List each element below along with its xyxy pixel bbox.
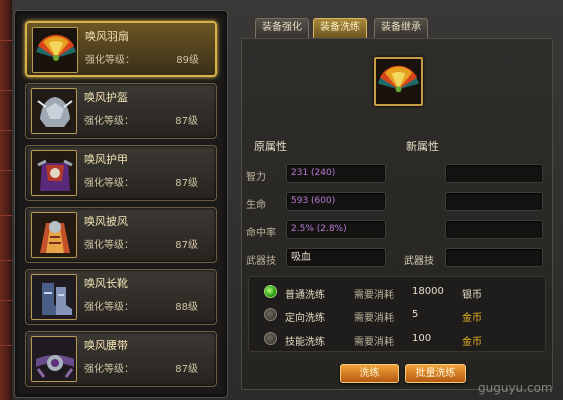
option-currency-gold: 金币 bbox=[462, 337, 482, 348]
item-level-value: 87级 bbox=[175, 364, 198, 375]
equipment-item-boots[interactable]: 唤风长靴 强化等级： 88级 bbox=[25, 269, 217, 325]
item-level-label: 强化等级： bbox=[85, 55, 135, 66]
option-currency-silver: 银币 bbox=[462, 290, 482, 301]
feather-fan-icon bbox=[32, 27, 78, 73]
attr-original-hit-rate: 2.5% (2.8%) bbox=[286, 220, 386, 239]
radio-directed-wash[interactable] bbox=[264, 308, 277, 321]
cloak-icon bbox=[31, 212, 77, 258]
attr-label-hit-rate: 命中率 bbox=[246, 228, 276, 239]
armor-icon bbox=[31, 150, 77, 196]
option-label-normal: 普通洗练 bbox=[285, 290, 325, 301]
item-name: 唤风腰带 bbox=[84, 339, 128, 352]
tab-equipment-enhance[interactable]: 装备强化 bbox=[255, 18, 309, 38]
feather-fan-icon bbox=[376, 59, 421, 104]
option-amount-skill: 100 bbox=[412, 333, 432, 344]
attr-label-life: 生命 bbox=[246, 200, 266, 211]
attr-original-weapon-skill: 吸血 bbox=[286, 248, 386, 267]
item-name: 唤风护盔 bbox=[84, 91, 128, 104]
new-attributes-title: 新属性 bbox=[406, 140, 439, 153]
option-cost-label: 需要消耗 bbox=[354, 290, 394, 301]
equipment-item-armor[interactable]: 唤风护甲 强化等级： 87级 bbox=[25, 145, 217, 201]
option-amount-normal: 18000 bbox=[412, 286, 444, 297]
attr-label-new-weapon-skill: 武器技 bbox=[404, 256, 434, 267]
item-name: 唤风披风 bbox=[84, 215, 128, 228]
option-label-skill: 技能洗练 bbox=[285, 337, 325, 348]
attr-new-life bbox=[445, 192, 543, 211]
attr-new-intelligence bbox=[445, 164, 543, 183]
attr-label-weapon-skill: 武器技 bbox=[246, 256, 276, 267]
attr-new-weapon-skill bbox=[445, 248, 543, 267]
item-name: 唤风羽扇 bbox=[85, 30, 129, 43]
item-level-label: 强化等级： bbox=[84, 178, 134, 189]
window-edge-strip bbox=[0, 0, 12, 400]
attr-original-intelligence: 231 (240) bbox=[286, 164, 386, 183]
equipment-item-cloak[interactable]: 唤风披风 强化等级： 87级 bbox=[25, 207, 217, 263]
belt-icon bbox=[31, 336, 77, 382]
option-currency-gold: 金币 bbox=[462, 313, 482, 324]
equipment-item-fan[interactable]: 唤风羽扇 强化等级： 89级 bbox=[25, 21, 217, 77]
item-level-value: 87级 bbox=[175, 178, 198, 189]
tab-equipment-wash[interactable]: 装备洗练 bbox=[313, 18, 367, 38]
equipment-item-helmet[interactable]: 唤风护盔 强化等级： 87级 bbox=[25, 83, 217, 139]
equipment-list: 唤风羽扇 强化等级： 89级 唤风护盔 强化等级： 87级 唤风护甲 强化等级：… bbox=[14, 10, 228, 398]
option-label-directed: 定向洗练 bbox=[285, 313, 325, 324]
wash-button[interactable]: 洗练 bbox=[340, 364, 399, 383]
tab-equipment-inherit[interactable]: 装备继承 bbox=[374, 18, 428, 38]
item-level-label: 强化等级： bbox=[84, 240, 134, 251]
item-level-label: 强化等级： bbox=[84, 116, 134, 127]
attr-label-intelligence: 智力 bbox=[246, 172, 266, 183]
radio-skill-wash[interactable] bbox=[264, 332, 277, 345]
item-level-label: 强化等级： bbox=[84, 364, 134, 375]
batch-wash-button[interactable]: 批量洗练 bbox=[405, 364, 466, 383]
item-level-value: 87级 bbox=[175, 240, 198, 251]
helmet-icon bbox=[31, 88, 77, 134]
item-name: 唤风护甲 bbox=[84, 153, 128, 166]
watermark: guguyu.com bbox=[478, 381, 553, 395]
equipment-window: 唤风羽扇 强化等级： 89级 唤风护盔 强化等级： 87级 唤风护甲 强化等级：… bbox=[0, 0, 563, 400]
item-level-label: 强化等级： bbox=[84, 302, 134, 313]
item-level-value: 88级 bbox=[175, 302, 198, 313]
option-cost-label: 需要消耗 bbox=[354, 313, 394, 324]
item-level-value: 89级 bbox=[176, 55, 199, 66]
attr-new-hit-rate bbox=[445, 220, 543, 239]
boots-icon bbox=[31, 274, 77, 320]
item-level-value: 87级 bbox=[175, 116, 198, 127]
option-amount-directed: 5 bbox=[412, 309, 419, 320]
item-name: 唤风长靴 bbox=[84, 277, 128, 290]
attr-original-life: 593 (600) bbox=[286, 192, 386, 211]
option-cost-label: 需要消耗 bbox=[354, 337, 394, 348]
equipment-item-belt[interactable]: 唤风腰带 强化等级： 87级 bbox=[25, 331, 217, 387]
original-attributes-title: 原属性 bbox=[254, 140, 287, 153]
radio-normal-wash[interactable] bbox=[264, 285, 277, 298]
selected-equipment-slot[interactable] bbox=[374, 57, 423, 106]
